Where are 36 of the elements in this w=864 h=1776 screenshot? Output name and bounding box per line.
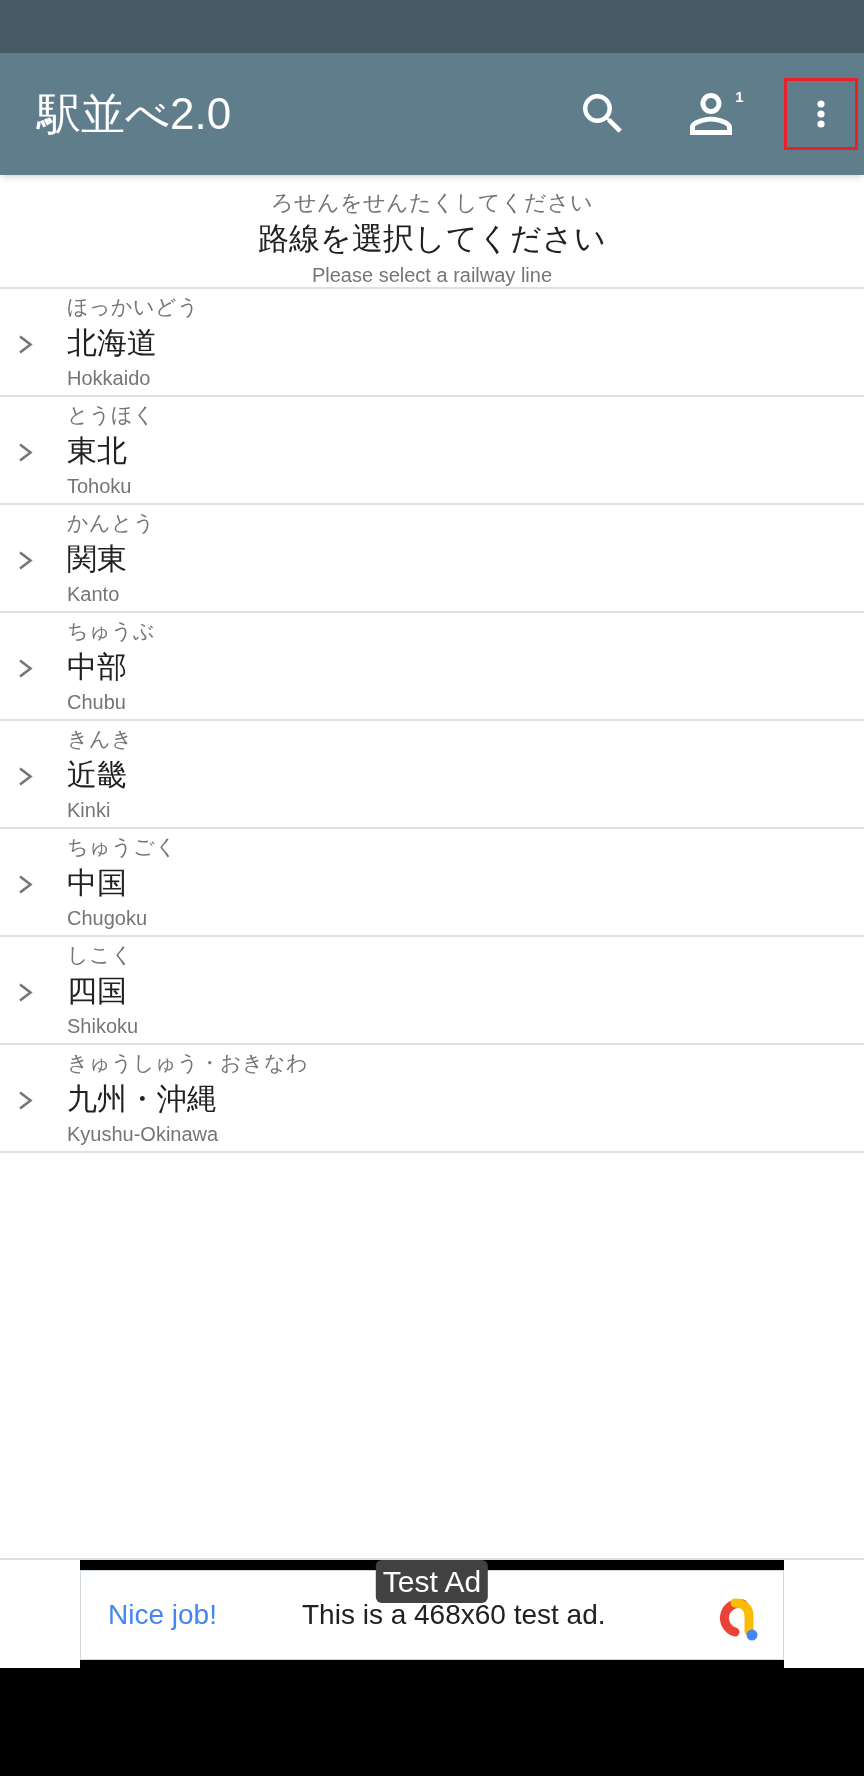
person-icon [690,93,733,135]
region-romaji: Kinki [67,798,111,823]
region-reading: きゅうしゅう・おきなわ [67,1050,308,1076]
ad-label: Test Ad [375,1560,489,1603]
region-name: 四国 [67,973,127,1009]
region-name: 中部 [67,649,127,685]
more-options-button[interactable] [784,78,858,150]
region-romaji: Hokkaido [67,366,151,391]
ad-banner[interactable]: Test Ad Nice job! This is a 468x60 test ad. [80,1560,784,1668]
search-icon [583,94,623,134]
region-reading: ちゅうごく [67,834,177,860]
region-reading: かんとう [67,510,155,536]
region-name: 中国 [67,865,127,901]
app-title: 駅並べ2.0 [35,88,232,140]
header-subtitle: Please select a railway line [311,263,553,288]
account-button[interactable]: 1 [683,82,751,146]
region-name: 九州・沖縄 [67,1081,217,1117]
region-name: 近畿 [67,757,127,793]
region-romaji: Chugoku [67,906,148,931]
region-name: 北海道 [67,325,157,361]
region-reading: きんき [67,726,133,752]
header-title: 路線を選択してください [258,220,606,258]
region-romaji: Tohoku [67,474,132,499]
region-name: 東北 [67,433,127,469]
region-reading: とうほく [67,402,155,428]
region-romaji: Kyushu-Okinawa [67,1122,219,1147]
region-name: 関東 [67,541,127,577]
ad-headline: Nice job! [108,1598,218,1632]
header-reading: ろせんをせんたくしてください [271,189,593,217]
region-romaji: Kanto [67,582,120,607]
more-icon [817,100,825,128]
region-romaji: Shikoku [67,1014,139,1039]
region-reading: しこく [67,942,133,968]
region-reading: ほっかいどう [67,294,199,320]
region-reading: ちゅうぶ [67,618,155,644]
region-romaji: Chubu [67,690,126,715]
